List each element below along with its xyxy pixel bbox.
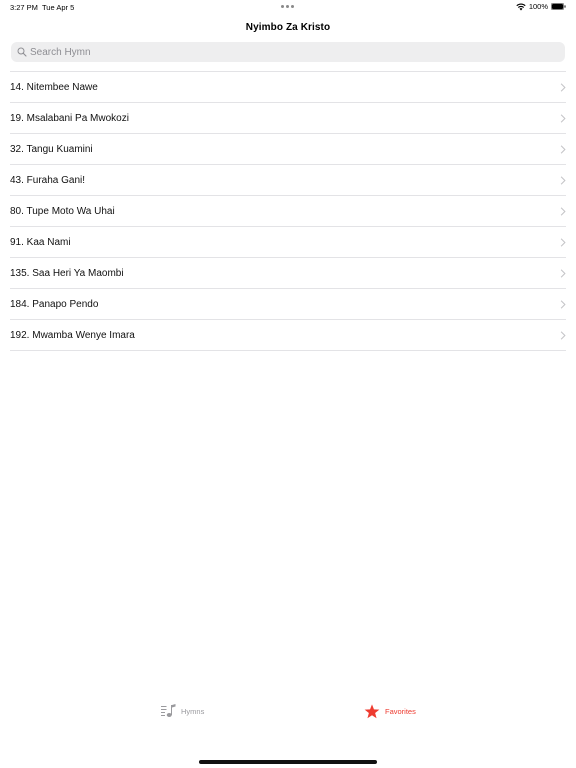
status-time: 3:27 PM (10, 3, 38, 12)
hymn-title: 184. Panapo Pendo (10, 298, 99, 310)
chevron-right-icon (560, 113, 566, 123)
hymn-title: 135. Saa Heri Ya Maombi (10, 267, 124, 279)
hymn-title: 19. Msalabani Pa Mwokozi (10, 112, 129, 124)
search-input[interactable] (30, 46, 530, 58)
multitasking-dots-icon[interactable] (281, 5, 294, 8)
hymn-title: 192. Mwamba Wenye Imara (10, 329, 135, 341)
hymn-title: 14. Nitembee Nawe (10, 81, 98, 93)
chevron-right-icon (560, 237, 566, 247)
tab-bar: Hymns Favorites (0, 700, 576, 722)
chevron-right-icon (560, 82, 566, 92)
chevron-right-icon (560, 144, 566, 154)
hymn-row[interactable]: 19. Msalabani Pa Mwokozi (10, 103, 566, 134)
hymn-row[interactable]: 184. Panapo Pendo (10, 289, 566, 320)
music-list-icon (161, 704, 176, 717)
battery-percent: 100% (528, 2, 548, 11)
chevron-right-icon (560, 206, 566, 216)
chevron-right-icon (560, 175, 566, 185)
hymn-row[interactable]: 91. Kaa Nami (10, 227, 566, 258)
hymn-row[interactable]: 32. Tangu Kuamini (10, 134, 566, 165)
hymn-list: 14. Nitembee Nawe 19. Msalabani Pa Mwoko… (10, 71, 566, 351)
tab-favorites[interactable]: Favorites (364, 700, 416, 722)
status-date: Tue Apr 5 (42, 3, 75, 12)
chevron-right-icon (560, 299, 566, 309)
tab-hymns[interactable]: Hymns (161, 700, 204, 722)
hymn-row[interactable]: 135. Saa Heri Ya Maombi (10, 258, 566, 289)
chevron-right-icon (560, 330, 566, 340)
hymn-row[interactable]: 80. Tupe Moto Wa Uhai (10, 196, 566, 227)
hymn-title: 32. Tangu Kuamini (10, 143, 93, 155)
page-title: Nyimbo Za Kristo (245, 22, 331, 33)
hymn-row[interactable]: 192. Mwamba Wenye Imara (10, 320, 566, 351)
home-indicator[interactable] (199, 760, 377, 764)
hymn-row[interactable]: 14. Nitembee Nawe (10, 72, 566, 103)
status-indicators: 100% (516, 2, 566, 11)
chevron-right-icon (560, 268, 566, 278)
hymn-title: 43. Furaha Gani! (10, 174, 86, 186)
tab-hymns-label: Hymns (181, 706, 205, 716)
star-icon (364, 703, 380, 718)
wifi-icon (516, 3, 526, 10)
tab-favorites-label: Favorites (385, 706, 416, 716)
search-bar[interactable] (11, 42, 565, 62)
hymn-title: 80. Tupe Moto Wa Uhai (10, 205, 115, 217)
hymn-title: 91. Kaa Nami (10, 236, 71, 248)
status-bar: 3:27 PM Tue Apr 5 100% (0, 0, 576, 14)
hymn-row[interactable]: 43. Furaha Gani! (10, 165, 566, 196)
search-icon (17, 47, 27, 57)
battery-icon (551, 3, 566, 10)
